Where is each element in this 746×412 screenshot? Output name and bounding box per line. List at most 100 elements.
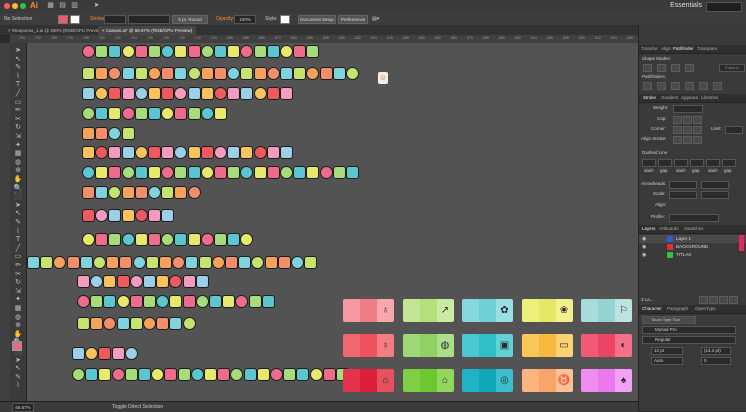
visibility-eye-icon[interactable]: ◉ [642, 243, 646, 251]
palette-card[interactable]: ◎ [462, 369, 513, 392]
stock-icon[interactable]: ▤ [58, 2, 67, 10]
rotate-tool-icon[interactable]: ↻ [13, 124, 23, 131]
crop-button[interactable] [685, 82, 694, 90]
scissors-tool-icon[interactable]: ✂ [13, 271, 23, 278]
palette-card[interactable]: ⌂ [343, 369, 394, 392]
palette-card[interactable]: ♁ [343, 334, 394, 357]
trim-button[interactable] [657, 82, 666, 90]
new-layer-button[interactable] [719, 296, 728, 304]
leading-field[interactable]: (14.4 pt) [701, 347, 731, 355]
tab-weaponsa[interactable]: × Weaponsa_1.ai @ 300% (RGB/GPU Preview) [4, 26, 108, 35]
layer-row-layer1[interactable]: ◉ Layer 1 [639, 235, 746, 243]
document-setup-button[interactable]: Document Setup [298, 15, 336, 24]
tab-pathfinder[interactable]: Pathfinder [673, 46, 694, 51]
outline-button[interactable] [699, 82, 708, 90]
pen-tool-icon[interactable]: ✎ [13, 64, 23, 71]
palette-card[interactable]: ▣ [462, 334, 513, 357]
pen-tool-icon[interactable]: ✎ [13, 219, 23, 226]
start-scale-field[interactable] [669, 191, 697, 199]
kerning-field[interactable]: Auto [651, 357, 683, 365]
merge-button[interactable] [671, 82, 680, 90]
palette-card[interactable]: ⚐ [581, 299, 632, 322]
delete-layer-button[interactable] [729, 296, 738, 304]
symbol-sprayer-tool-icon[interactable]: ◍ [13, 159, 23, 166]
puppet-warp-tool-icon[interactable]: ✦ [13, 142, 23, 149]
minus-back-button[interactable] [713, 82, 722, 90]
butt-cap-button[interactable] [673, 116, 682, 124]
tab-transparency[interactable]: Transpare [697, 46, 717, 51]
end-scale-field[interactable] [701, 191, 729, 199]
dash-gap-field[interactable] [706, 159, 720, 167]
palette-card[interactable]: ✿ [462, 299, 513, 322]
scissors-tool-icon[interactable]: ✂ [13, 116, 23, 123]
shape-builder-tool-icon[interactable]: ▦ [13, 150, 23, 157]
character-sprite-icon[interactable]: ☺ [378, 72, 388, 84]
align-center-button[interactable] [673, 136, 682, 144]
type-tool-icon[interactable]: T [13, 236, 23, 243]
opacity-field[interactable]: 100% [234, 15, 256, 24]
direct-selection-tool-icon[interactable]: ↖ [13, 365, 23, 372]
font-size-field[interactable]: 12 pt [651, 347, 683, 355]
type-tool-icon[interactable]: T [13, 81, 23, 88]
palette-card[interactable]: ♁ [343, 299, 394, 322]
tab-artboards[interactable]: Artboards [659, 226, 679, 231]
stroke-weight-field[interactable] [104, 15, 126, 24]
close-window-button[interactable] [4, 3, 10, 9]
make-clipping-mask-button[interactable] [709, 296, 718, 304]
brush-dropdown[interactable]: 5 pt. Round [172, 15, 208, 24]
tab-close-icon[interactable]: × [102, 28, 105, 33]
bevel-join-button[interactable] [693, 126, 702, 134]
tab-close-icon[interactable]: × [8, 28, 11, 33]
hand-tool-icon[interactable]: ✋ [13, 331, 23, 338]
style-swatch[interactable] [280, 15, 290, 24]
font-family-select[interactable]: Myriad Pro [642, 326, 736, 334]
artboard-tool-icon[interactable]: ⊕ [13, 167, 23, 174]
tab-swatches[interactable]: Swatches [684, 226, 704, 231]
preferences-button[interactable]: Preferences [338, 15, 368, 24]
artboard-canvas[interactable]: ♁ ↗ ✿ ❀ ⚐ ♁ ◍ ▣ ▭ ◐ ⌂ ⌂ ◎ ♉ ♠ ☺ [27, 43, 638, 401]
align-inside-button[interactable] [683, 136, 692, 144]
curvature-tool-icon[interactable]: ⌇ [13, 382, 23, 389]
vertical-ruler[interactable] [0, 43, 10, 403]
tab-transform[interactable]: Transfor [641, 46, 658, 51]
dashed-line-checkbox[interactable]: Dashed Line [642, 150, 667, 155]
line-tool-icon[interactable]: ╱ [13, 90, 23, 97]
scale-tool-icon[interactable]: ⇲ [13, 133, 23, 140]
tab-layers[interactable]: Layers [642, 226, 656, 231]
expand-button[interactable]: Expand [719, 64, 745, 72]
visibility-eye-icon[interactable]: ◉ [642, 235, 646, 243]
zoom-tool-icon[interactable]: 🔍 [13, 185, 23, 192]
square-cap-button[interactable] [693, 116, 702, 124]
rectangle-tool-icon[interactable]: ▭ [13, 253, 23, 260]
send-icon[interactable]: ➤ [92, 2, 101, 10]
tab-align[interactable]: Align [661, 46, 671, 51]
pencil-tool-icon[interactable]: ✏ [13, 107, 23, 114]
fill-swatch[interactable] [58, 15, 68, 24]
puppet-warp-tool-icon[interactable]: ✦ [13, 296, 23, 303]
divide-button[interactable] [643, 82, 652, 90]
opacity-label[interactable]: Opacity: [216, 16, 234, 22]
arrange-icon[interactable]: ▤▾ [372, 16, 379, 22]
line-tool-icon[interactable]: ╱ [13, 245, 23, 252]
stroke-swatch[interactable] [70, 15, 80, 24]
dash-gap-field[interactable] [722, 159, 736, 167]
dash-gap-field[interactable] [642, 159, 656, 167]
shape-builder-tool-icon[interactable]: ▦ [13, 305, 23, 312]
tab-gradient[interactable]: Gradient [661, 95, 678, 100]
zoom-window-button[interactable] [20, 3, 26, 9]
end-arrowhead-select[interactable] [701, 181, 729, 189]
workspace-switcher[interactable]: Essentials [670, 2, 702, 9]
intersect-button[interactable] [671, 64, 680, 72]
selection-tool-icon[interactable]: ➤ [13, 357, 23, 364]
tab-appearance[interactable]: Appeara [681, 95, 698, 100]
bridge-icon[interactable]: ▦ [46, 2, 55, 10]
round-cap-button[interactable] [683, 116, 692, 124]
palette-card[interactable]: ♠ [581, 369, 632, 392]
artboard-tool-icon[interactable]: ⊕ [13, 322, 23, 329]
palette-card[interactable]: ▭ [521, 334, 573, 357]
palette-card[interactable]: ⌂ [402, 369, 454, 392]
font-style-select[interactable]: Regular [642, 336, 736, 344]
palette-card[interactable]: ❀ [521, 299, 573, 322]
minus-front-button[interactable] [657, 64, 666, 72]
tracking-field[interactable]: 0 [701, 357, 731, 365]
